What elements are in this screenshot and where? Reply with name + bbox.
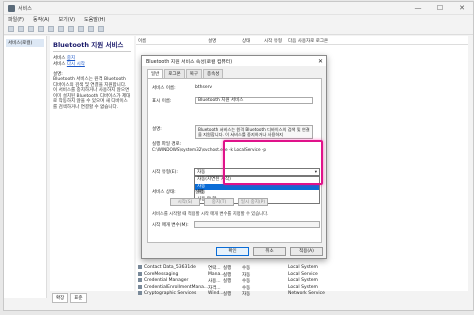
apply-button[interactable]: 적용(A) [290, 247, 323, 256]
forward-icon[interactable] [18, 26, 24, 32]
window-title: 서비스 [18, 5, 32, 12]
tab-extended[interactable]: 확장 [52, 293, 69, 303]
service-name: CredentialEnrollmentMana... [144, 284, 209, 290]
gear-icon [138, 278, 142, 283]
pause-service-icon[interactable] [88, 26, 94, 32]
help-icon[interactable] [58, 26, 64, 32]
service-name: Credential Manager [144, 278, 189, 283]
menu-view[interactable]: 보기(V) [59, 16, 76, 23]
stop-service-icon[interactable] [78, 26, 84, 32]
tab-dependencies[interactable]: 종속성 [202, 69, 224, 78]
dialog-tabs: 일반 로그온 복구 종속성 [142, 66, 326, 78]
dialog-footer: 확인 취소 적용(A) [216, 247, 323, 256]
cancel-button[interactable]: 취소 [253, 247, 286, 256]
gear-icon [138, 291, 142, 296]
minimize-button[interactable]: — [407, 4, 429, 12]
description-field[interactable]: Bluetooth 서비스는 원격 Bluetooth 디바이스의 검색 및 연… [195, 125, 313, 139]
stop-button[interactable]: 중지(T) [204, 198, 234, 206]
display-name-label: 표시 이름: [152, 99, 172, 104]
restart-prefix: 서비스 [53, 62, 66, 67]
gear-icon [138, 265, 142, 270]
dialog-title: Bluetooth 지원 서비스 속성(로컬 컴퓨터) [146, 59, 233, 65]
startup-type-select[interactable]: 자동 ▾ [194, 168, 320, 176]
refresh-icon[interactable] [38, 26, 44, 32]
table-row[interactable]: Cryptographic Services Wind... 실행 자동 Net… [136, 290, 468, 297]
column-startup-type[interactable]: 시작 유형 [264, 38, 282, 44]
service-start: 자동 [242, 292, 251, 297]
show-hide-tree-icon[interactable] [28, 26, 34, 32]
service-status-label: 서비스 상태: [152, 190, 176, 195]
menu-file[interactable]: 파일(F) [8, 16, 24, 23]
start-button[interactable]: 시작(S) [170, 198, 200, 206]
service-name: Contact Data_53631de [144, 265, 196, 270]
service-name-value: bthserv [195, 85, 213, 90]
column-headers: 이름 설명 상태 시작 유형 다음 사용자로 로그온 [136, 36, 468, 45]
service-status-value: 실행 [195, 190, 204, 195]
column-status[interactable]: 상태 [242, 38, 250, 44]
services-app-icon [8, 4, 15, 12]
tab-standard[interactable]: 표준 [70, 293, 87, 303]
start-parameters-input[interactable] [194, 221, 320, 228]
service-rows: Contact Data_53631de 연락... 실행 수동 Local S… [136, 264, 468, 297]
startup-type-label: 시작 유형(E): [152, 170, 178, 175]
dialog-title-bar: Bluetooth 지원 서비스 속성(로컬 컴퓨터) ✕ [142, 56, 326, 66]
description-text: Bluetooth 서비스는 원격 Bluetooth 디바이스의 검색 및 연… [53, 77, 131, 110]
console-tree: 서비스(로컬) [4, 36, 47, 298]
gear-icon [138, 271, 142, 276]
column-description[interactable]: 설명 [208, 38, 216, 44]
restart-service-link[interactable]: 다시 시작 [67, 62, 85, 67]
toolbar [4, 24, 473, 35]
start-parameters-label: 시작 매개 변수(M): [152, 223, 189, 228]
tab-logon[interactable]: 로그온 [164, 69, 185, 78]
view-tabs: 확장 표준 [52, 293, 87, 303]
export-icon[interactable] [48, 26, 54, 32]
chevron-down-icon: ▾ [314, 170, 317, 175]
stop-service-link[interactable]: 중지 [67, 56, 75, 61]
start-service-icon[interactable] [68, 26, 74, 32]
display-name-field[interactable]: Bluetooth 지원 서비스 [195, 97, 313, 104]
dialog-close-button[interactable]: ✕ [318, 58, 323, 65]
startup-type-value: 자동 [197, 170, 206, 175]
gear-icon [138, 284, 142, 289]
service-desc: Wind... [208, 291, 224, 296]
service-logon: Local System [288, 284, 318, 290]
back-icon[interactable] [8, 26, 14, 32]
detail-title: Bluetooth 지원 서비스 [53, 39, 131, 52]
stop-prefix: 서비스 [53, 56, 66, 61]
ok-button[interactable]: 확인 [216, 247, 249, 256]
column-logon-as[interactable]: 다음 사용자로 로그온 [288, 38, 328, 44]
service-logon: Local Service [288, 271, 318, 277]
description-label: 설명: [152, 127, 162, 132]
service-logon: Local System [288, 278, 318, 283]
executable-path-value: C:\WINDOWS\system32\svchost.exe -k Local… [152, 147, 267, 152]
tab-general[interactable]: 일반 [147, 69, 164, 78]
service-properties-dialog: Bluetooth 지원 서비스 속성(로컬 컴퓨터) ✕ 일반 로그온 복구 … [141, 55, 327, 259]
start-parameters-hint: 서비스를 시작할 때 적용할 시작 매개 변수를 지정할 수 있습니다. [152, 212, 269, 217]
pause-button[interactable]: 일시 중지(P) [238, 198, 268, 206]
service-name-label: 서비스 이름: [152, 86, 176, 91]
restart-service-icon[interactable] [98, 26, 104, 32]
close-button[interactable]: ✕ [451, 4, 473, 12]
column-name[interactable]: 이름 [138, 38, 146, 44]
menu-help[interactable]: 도움말(H) [84, 16, 105, 23]
service-name: Cryptographic Services [144, 291, 197, 296]
tab-recovery[interactable]: 복구 [185, 69, 202, 78]
title-bar: 서비스 — ☐ ✕ [4, 2, 473, 15]
service-logon: Local System [288, 265, 318, 270]
service-status: 실행 [223, 292, 232, 297]
restart-line: 서비스 다시 시작 [53, 62, 131, 68]
general-tab-panel: 서비스 이름: bthserv 표시 이름: Bluetooth 지원 서비스 … [147, 78, 322, 243]
service-name: CoreMessaging [144, 271, 179, 277]
service-logon: Network Service [288, 291, 325, 296]
menu-bar: 파일(F) 동작(A) 보기(V) 도움말(H) [4, 15, 473, 24]
service-control-buttons: 시작(S) 중지(T) 일시 중지(P) [170, 198, 268, 206]
menu-action[interactable]: 동작(A) [33, 16, 50, 23]
maximize-button[interactable]: ☐ [429, 4, 451, 12]
service-detail-pane: Bluetooth 지원 서비스 서비스 중지 서비스 다시 시작 설명: Bl… [50, 36, 134, 291]
tree-item-services-local[interactable]: 서비스(로컬) [6, 39, 44, 47]
